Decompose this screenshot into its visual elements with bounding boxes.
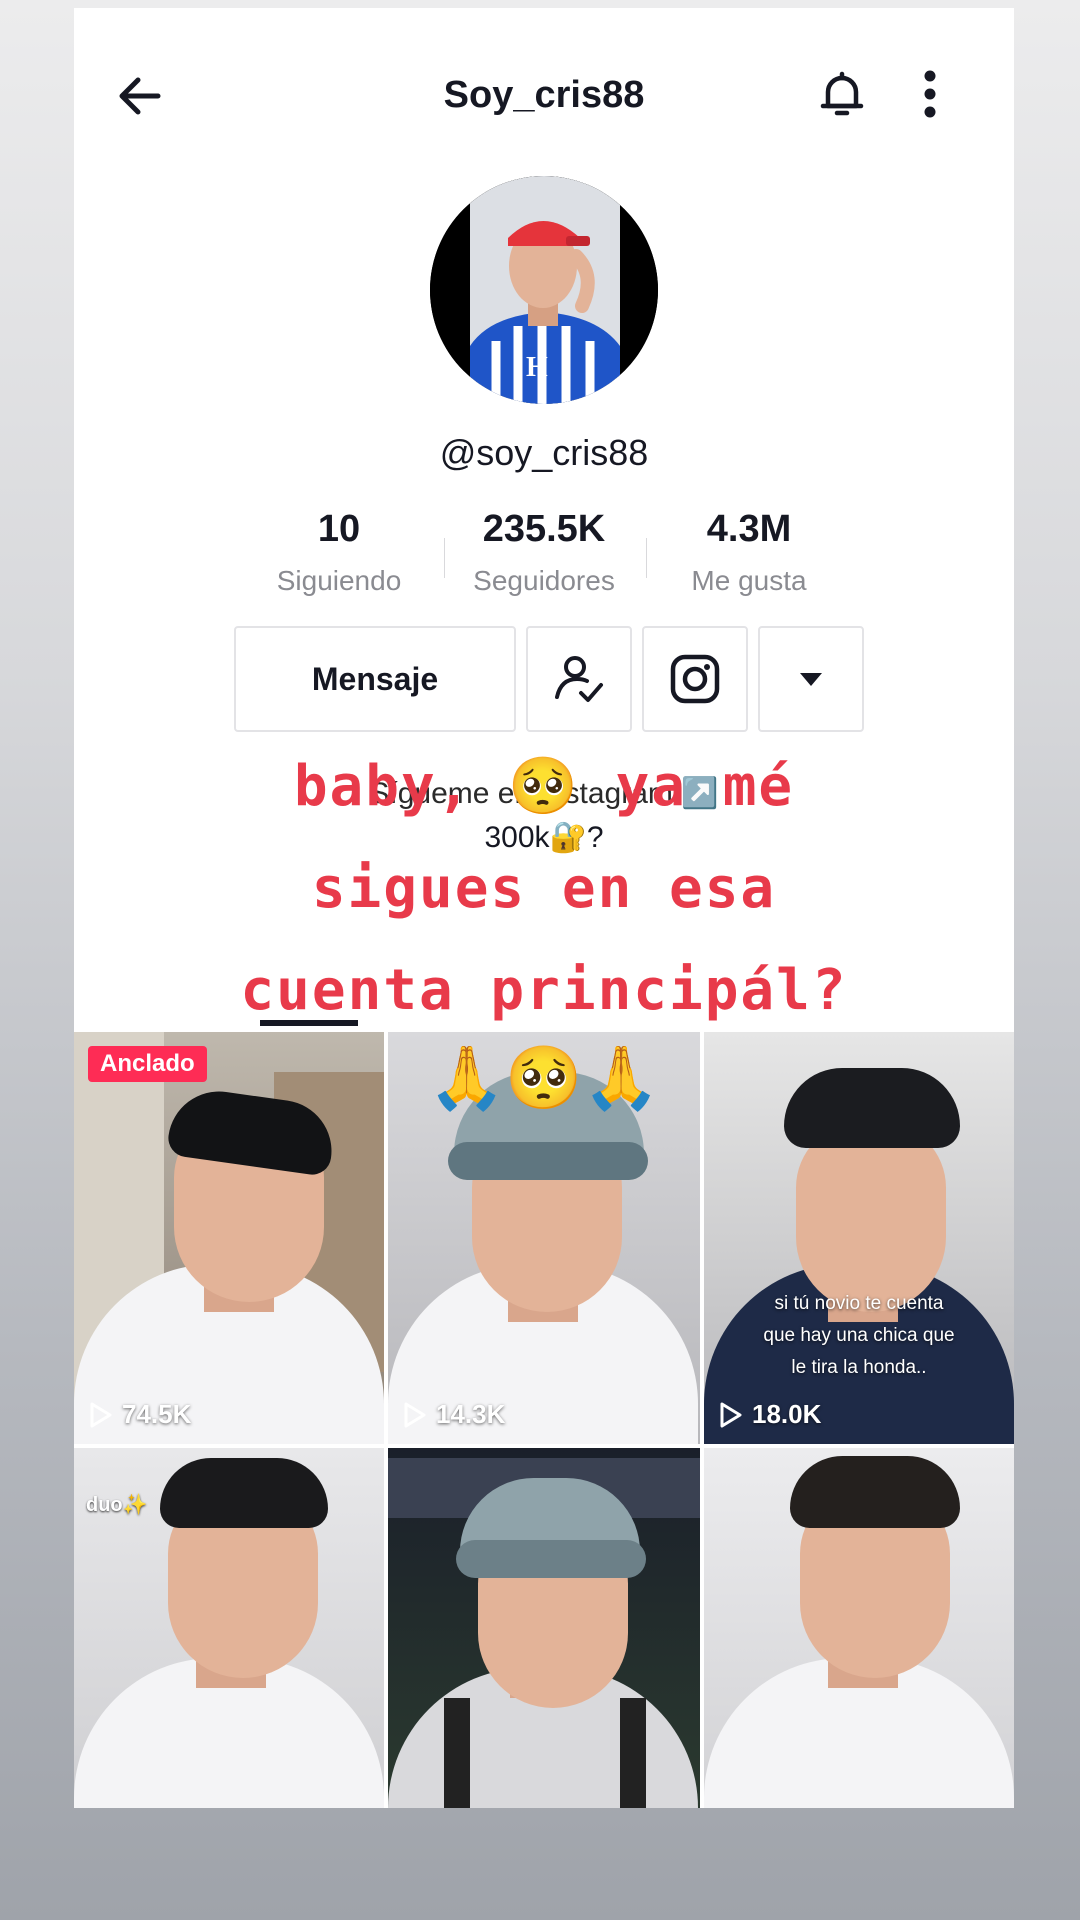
video-thumbnail[interactable]: duo✨ [74, 1448, 384, 1808]
page-title: Soy_cris88 [443, 74, 645, 116]
notifications-button[interactable] [814, 66, 870, 122]
profile-stats: 10 Siguiendo 235.5K Seguidores 4.3M Me g… [234, 508, 854, 608]
view-count-text: 18.0K [752, 1399, 822, 1429]
svg-text:H: H [526, 352, 548, 383]
play-icon [90, 1402, 112, 1427]
profile-handle: @soy_cris88 [439, 432, 649, 473]
following-check-icon [555, 656, 603, 702]
pinned-badge: Anclado [88, 1046, 207, 1082]
more-dropdown-button[interactable] [758, 626, 864, 732]
view-count-text: 74.5K [122, 1399, 192, 1429]
bell-icon [820, 71, 864, 116]
overlay-caption: baby, 🥺 ya mé sigues en esa cuenta princ… [74, 736, 1014, 1042]
play-icon [404, 1402, 426, 1427]
profile-card: Soy_cris88 H @soy_cris88 10 Siguiendo 23… [74, 8, 1014, 1808]
video-thumbnail[interactable]: 🙏🥺🙏 14.3K [388, 1032, 700, 1444]
view-count: 14.3K [402, 1399, 505, 1430]
message-button[interactable]: Mensaje [234, 626, 516, 732]
video-tag: duo✨ [86, 1494, 148, 1516]
caption-line: le tira la honda.. [791, 1357, 927, 1378]
caption-line: que hay una chica que [763, 1325, 955, 1346]
stat-following-count: 10 [317, 508, 361, 550]
play-icon [720, 1402, 742, 1427]
stat-following-label: Siguiendo [276, 565, 402, 596]
video-thumbnail[interactable] [388, 1448, 700, 1808]
overlay-line-2: sigues en esa [311, 856, 777, 921]
stat-likes[interactable]: 4.3M Me gusta [644, 508, 854, 597]
top-bar: Soy_cris88 [74, 8, 1014, 168]
video-thumbnail[interactable]: Anclado 74.5K [74, 1032, 384, 1444]
stat-followers[interactable]: 235.5K Seguidores [439, 508, 649, 597]
stat-likes-label: Me gusta [691, 565, 807, 596]
following-button[interactable] [526, 626, 632, 732]
view-count-text: 14.3K [436, 1399, 506, 1429]
avatar[interactable]: H [430, 176, 658, 404]
video-grid: Anclado 74.5K 🙏🥺🙏 14.3K si tú novio te c… [74, 1024, 1014, 1808]
video-emoji: 🙏🥺🙏 [428, 1044, 660, 1113]
more-vertical-icon [924, 70, 936, 118]
more-options-button[interactable] [910, 66, 950, 122]
stat-followers-count: 235.5K [482, 508, 606, 550]
video-thumbnail[interactable]: si tú novio te cuenta que hay una chica … [704, 1032, 1014, 1444]
stat-following[interactable]: 10 Siguiendo [234, 508, 444, 597]
stat-likes-count: 4.3M [706, 508, 792, 550]
view-count: 18.0K [718, 1399, 821, 1430]
caption-line: si tú novio te cuenta [774, 1293, 944, 1314]
video-thumbnail[interactable] [704, 1448, 1014, 1808]
instagram-button[interactable] [642, 626, 748, 732]
instagram-icon [670, 654, 720, 704]
view-count: 74.5K [88, 1399, 191, 1430]
dropdown-triangle-icon [800, 673, 822, 686]
video-caption: si tú novio te cuenta que hay una chica … [734, 1288, 984, 1384]
stat-followers-label: Seguidores [473, 565, 615, 596]
overlay-line-1: baby, 🥺 ya mé [293, 754, 795, 819]
